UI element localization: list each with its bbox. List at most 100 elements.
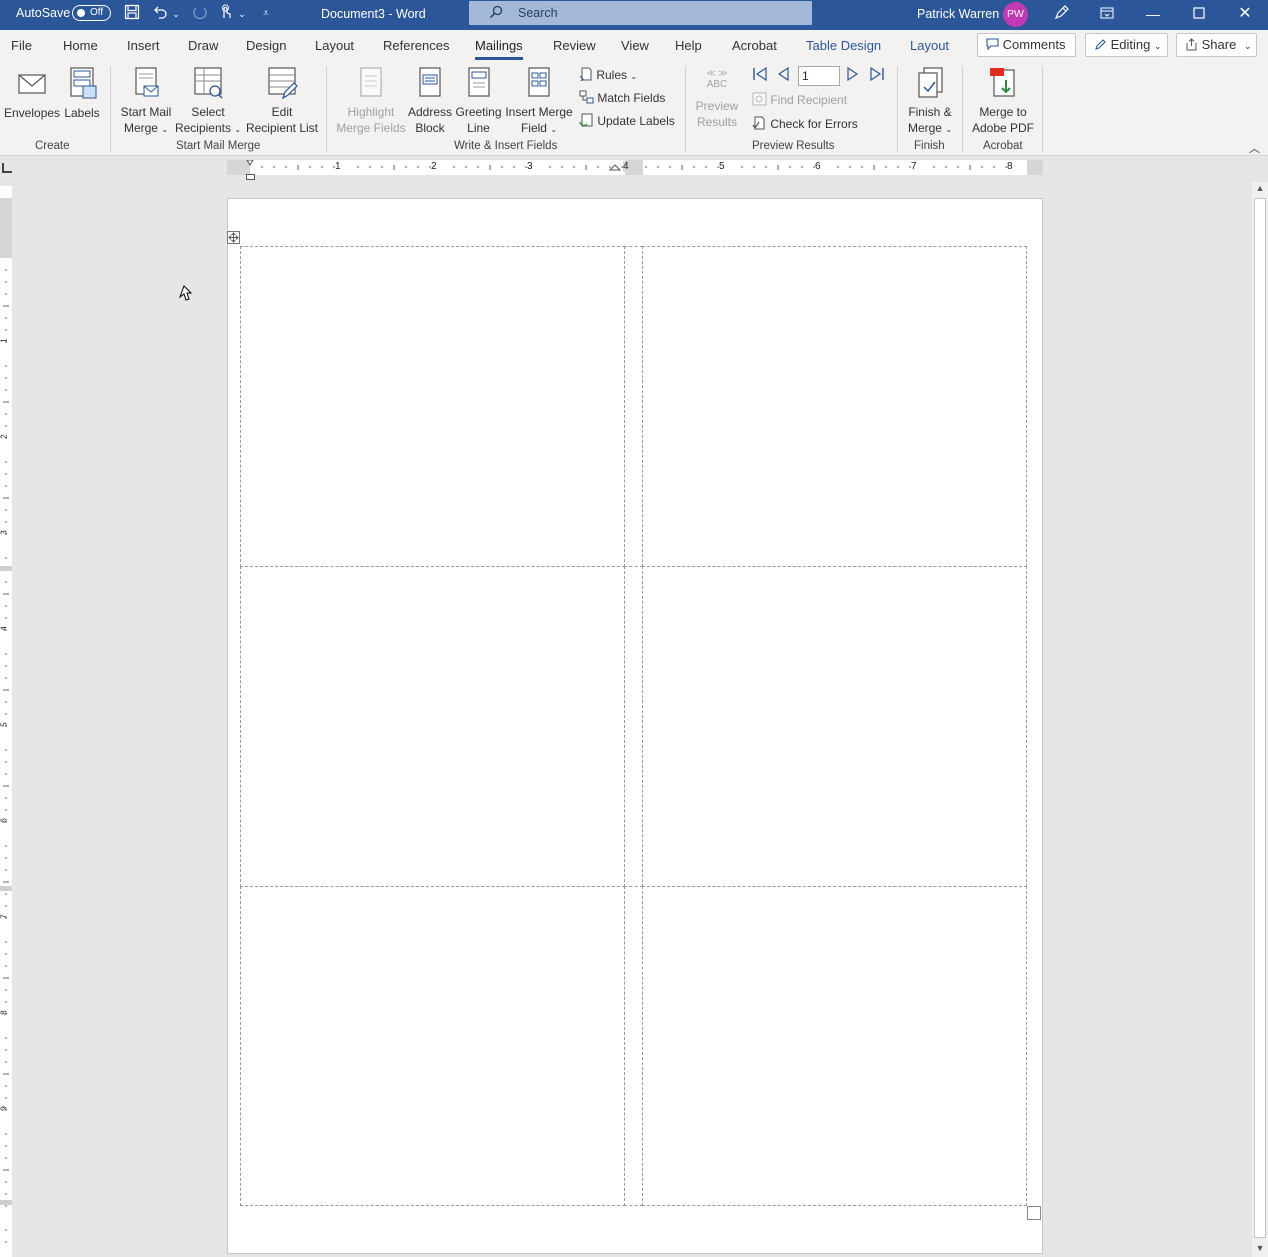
tab-home[interactable]: Home bbox=[63, 38, 98, 53]
collapse-ribbon-icon[interactable]: ︿ bbox=[1249, 140, 1260, 156]
edit-recipient-list-line1: Edit bbox=[271, 105, 293, 119]
table-resize-handle[interactable] bbox=[1027, 1206, 1041, 1220]
start-mail-merge-button[interactable]: Start Mail Merge ⌄ bbox=[116, 66, 176, 138]
comments-button[interactable]: Comments bbox=[977, 33, 1076, 57]
row-boundary-marker[interactable] bbox=[0, 1200, 12, 1205]
scroll-down-icon[interactable]: ▼ bbox=[1252, 1243, 1268, 1257]
write-insert-group-label: Write & Insert Fields bbox=[454, 140, 558, 152]
ruler-number: 8 bbox=[1007, 161, 1013, 172]
editing-mode-button[interactable]: Editing ⌄ bbox=[1085, 33, 1168, 57]
share-icon bbox=[1186, 38, 1197, 51]
update-labels-button[interactable]: Update Labels bbox=[579, 113, 675, 128]
edit-recipient-list-button[interactable]: Edit Recipient List bbox=[244, 66, 320, 136]
match-fields-button[interactable]: Match Fields bbox=[579, 90, 665, 105]
spacer-cell[interactable] bbox=[624, 566, 643, 887]
address-block-icon bbox=[419, 67, 441, 97]
first-record-icon[interactable] bbox=[752, 66, 768, 84]
envelopes-label: Envelopes bbox=[4, 106, 61, 120]
address-block-button[interactable]: Address Block bbox=[407, 66, 453, 136]
tab-stop-selector[interactable] bbox=[2, 163, 12, 173]
ruler-number: 4 bbox=[623, 161, 629, 172]
tab-review[interactable]: Review bbox=[553, 38, 596, 53]
row-boundary-marker[interactable] bbox=[0, 886, 12, 891]
save-icon[interactable] bbox=[122, 4, 142, 24]
tab-view[interactable]: View bbox=[621, 38, 649, 53]
tab-acrobat[interactable]: Acrobat bbox=[732, 38, 777, 53]
vertical-scrollbar[interactable]: ▲ ▼ bbox=[1252, 182, 1268, 1257]
update-labels-label: Update Labels bbox=[597, 114, 675, 128]
next-record-icon[interactable] bbox=[846, 66, 860, 84]
label-cell[interactable] bbox=[240, 246, 625, 567]
label-cell[interactable] bbox=[240, 886, 625, 1206]
label-cell[interactable] bbox=[642, 566, 1027, 887]
spacer-cell[interactable] bbox=[624, 886, 643, 1206]
left-indent-marker[interactable] bbox=[246, 174, 255, 180]
start-mail-merge-line1: Start Mail bbox=[120, 105, 172, 119]
minimize-icon[interactable]: — bbox=[1130, 0, 1176, 30]
horizontal-ruler[interactable]: 1 2 3 4 5 6 7 8 bbox=[227, 160, 1043, 175]
tab-insert[interactable]: Insert bbox=[127, 38, 160, 53]
document-title: Document3 - Word bbox=[321, 7, 426, 21]
ribbon-display-options-icon[interactable] bbox=[1084, 0, 1130, 30]
select-recipients-icon bbox=[194, 67, 223, 99]
row-boundary-marker[interactable] bbox=[0, 566, 12, 571]
ruler-number: 6 bbox=[815, 161, 821, 172]
labels-button[interactable]: Labels bbox=[63, 66, 101, 121]
close-icon[interactable]: ✕ bbox=[1222, 0, 1268, 30]
maximize-icon[interactable] bbox=[1176, 0, 1222, 30]
select-recipients-button[interactable]: Select Recipients ⌄ bbox=[174, 66, 242, 138]
envelope-icon bbox=[18, 74, 46, 94]
highlight-merge-fields-line1: Highlight bbox=[347, 105, 395, 119]
tab-file[interactable]: File bbox=[11, 38, 32, 53]
record-number-input[interactable]: 1 bbox=[798, 66, 840, 86]
customize-qat-icon[interactable]: ⩡ bbox=[256, 4, 276, 24]
tab-references[interactable]: References bbox=[383, 38, 449, 53]
table-move-handle[interactable] bbox=[227, 231, 240, 244]
tab-help[interactable]: Help bbox=[675, 38, 702, 53]
ruler-number: 2 bbox=[0, 434, 9, 439]
scroll-up-icon[interactable]: ▲ bbox=[1252, 183, 1268, 197]
tab-mailings[interactable]: Mailings bbox=[475, 38, 523, 60]
label-cell[interactable] bbox=[240, 566, 625, 887]
finish-merge-button[interactable]: Finish & Merge ⌄ bbox=[902, 66, 958, 138]
spacer-cell[interactable] bbox=[624, 246, 643, 567]
label-cell[interactable] bbox=[642, 886, 1027, 1206]
undo-dropdown-icon[interactable]: ⌄ bbox=[169, 4, 183, 24]
scrollbar-thumb[interactable] bbox=[1254, 198, 1266, 1238]
group-divider bbox=[326, 66, 327, 152]
match-fields-icon bbox=[579, 90, 594, 104]
search-box[interactable]: Search bbox=[469, 1, 812, 25]
tab-table-layout[interactable]: Layout bbox=[910, 38, 949, 53]
ribbon-tabs: File Home Insert Draw Design Layout Refe… bbox=[0, 30, 1268, 62]
envelopes-button[interactable]: Envelopes bbox=[4, 68, 60, 121]
autosave-toggle[interactable]: Off bbox=[72, 5, 111, 21]
rules-button[interactable]: Rules ⌄ bbox=[579, 67, 637, 83]
touch-mode-icon[interactable] bbox=[216, 4, 236, 24]
greeting-line-button[interactable]: Greeting Line bbox=[453, 66, 504, 136]
touch-dropdown-icon[interactable]: ⌄ bbox=[235, 4, 249, 24]
check-errors-icon bbox=[752, 116, 765, 130]
create-group-label: Create bbox=[35, 140, 70, 152]
select-recipients-line1: Select bbox=[191, 105, 225, 119]
tab-draw[interactable]: Draw bbox=[188, 38, 218, 53]
move-icon bbox=[228, 232, 239, 243]
check-for-errors-button[interactable]: Check for Errors bbox=[752, 116, 858, 131]
vertical-ruler[interactable]: 1 2 3 4 5 6 7 8 9 bbox=[0, 186, 12, 1257]
tab-layout[interactable]: Layout bbox=[315, 38, 354, 53]
tab-table-design[interactable]: Table Design bbox=[806, 38, 881, 53]
user-name[interactable]: Patrick Warren bbox=[917, 7, 999, 21]
ruler-ticks bbox=[246, 160, 1007, 171]
adobe-pdf-icon bbox=[990, 68, 1015, 97]
ribbon: Envelopes Labels Create Start Mail Merge… bbox=[0, 62, 1268, 156]
last-record-icon[interactable] bbox=[869, 66, 885, 84]
label-cell[interactable] bbox=[642, 246, 1027, 567]
previous-record-icon[interactable] bbox=[776, 66, 790, 84]
pen-icon[interactable] bbox=[1052, 3, 1072, 23]
share-button[interactable]: Share ⌄ bbox=[1176, 33, 1257, 57]
merge-to-adobe-pdf-button[interactable]: Merge to Adobe PDF bbox=[968, 66, 1038, 136]
undo-icon[interactable] bbox=[150, 4, 170, 24]
insert-merge-field-button[interactable]: Insert Merge Field ⌄ bbox=[504, 66, 574, 138]
tab-design[interactable]: Design bbox=[246, 38, 286, 53]
greeting-line-icon bbox=[467, 67, 490, 97]
avatar[interactable]: PW bbox=[1003, 2, 1028, 27]
